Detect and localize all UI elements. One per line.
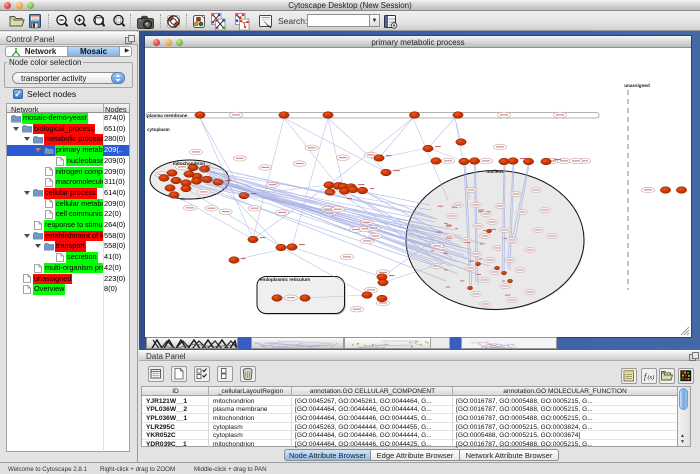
svg-text:(x): (x) (648, 374, 655, 381)
svg-text:mitochondrion: mitochondrion (173, 161, 205, 166)
svg-text:cytoplasm: cytoplasm (147, 127, 170, 132)
svg-text:endoplasmic reticulum: endoplasmic reticulum (260, 277, 310, 282)
svg-text:plasma membrane: plasma membrane (147, 113, 188, 118)
svg-text:unassigned: unassigned (624, 83, 650, 88)
svg-text:nucleus: nucleus (486, 169, 504, 174)
